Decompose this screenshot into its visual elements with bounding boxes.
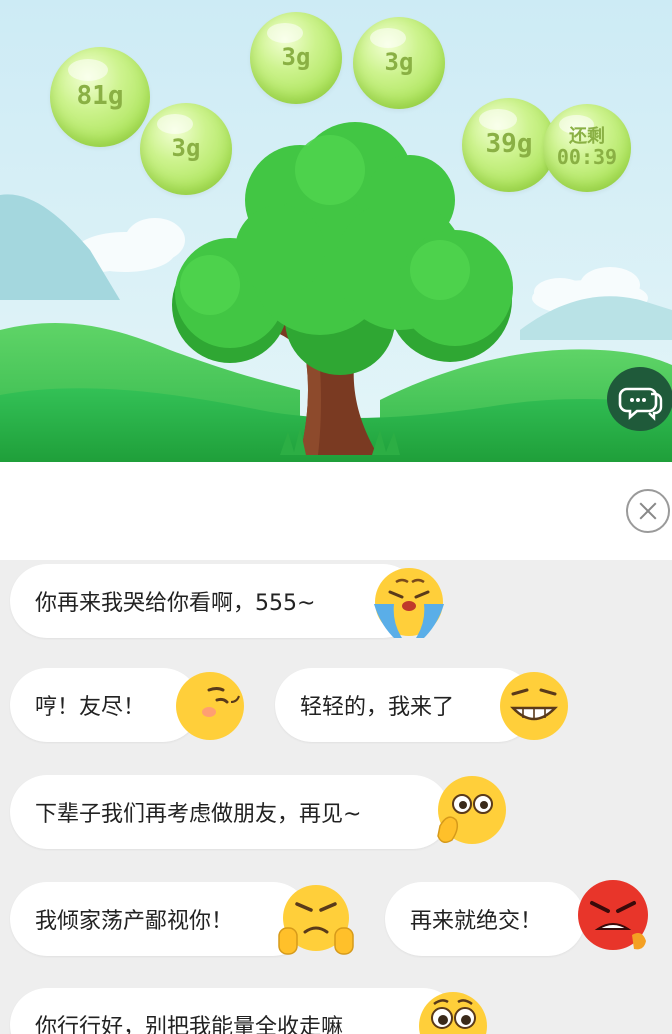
message-text: 你行行好，别把我能量全收走嘛 [35,1015,344,1034]
countdown-time: 00:39 [556,144,618,169]
chat-bubbles-icon [618,387,663,421]
grinning-face-icon [500,672,568,740]
crying-face-icon [374,568,444,638]
waving-face-icon [437,776,506,844]
energy-bubble[interactable]: 3g [353,17,445,109]
chat-button[interactable] [607,367,672,431]
message-text: 我倾家荡产鄙视你！ [35,909,234,934]
message-text: 再来就绝交！ [410,909,543,934]
message-text: 你再来我哭给你看啊，555~ [35,591,316,616]
energy-bubble[interactable]: 39g [462,98,556,192]
energy-bubble[interactable]: 3g [140,103,232,195]
energy-bubble[interactable]: 81g [50,47,150,147]
message-text: 轻轻的，我来了 [300,695,455,720]
message-item[interactable]: 下辈子我们再考虑做朋友，再见~ [10,775,450,849]
message-text: 下辈子我们再考虑做朋友，再见~ [35,802,362,827]
forest-scene: 81g 3g 3g 3g 39g 还剩 00:39 [0,0,672,462]
message-item[interactable]: 你再来我哭给你看啊，555~ [10,564,420,638]
angry-face-icon [578,880,648,950]
message-panel-header [0,462,672,560]
close-button[interactable] [626,489,670,533]
annoyed-face-icon [176,672,244,740]
countdown-bubble: 还剩 00:39 [543,104,631,192]
message-item[interactable]: 我倾家荡产鄙视你！ [10,882,310,956]
energy-bubble[interactable]: 3g [250,12,342,104]
message-text: 哼！友尽！ [35,695,146,720]
middle-finger-face-icon [278,885,354,955]
message-item[interactable]: 再来就绝交！ [385,882,585,956]
message-item[interactable]: 你行行好，别把我能量全收走嘛 [10,988,460,1034]
pleading-face-icon [419,992,487,1034]
message-list[interactable]: 你再来我哭给你看啊，555~ 哼！友尽！ 轻轻的，我来了 下辈子我们再考虑做朋友… [0,560,672,1034]
